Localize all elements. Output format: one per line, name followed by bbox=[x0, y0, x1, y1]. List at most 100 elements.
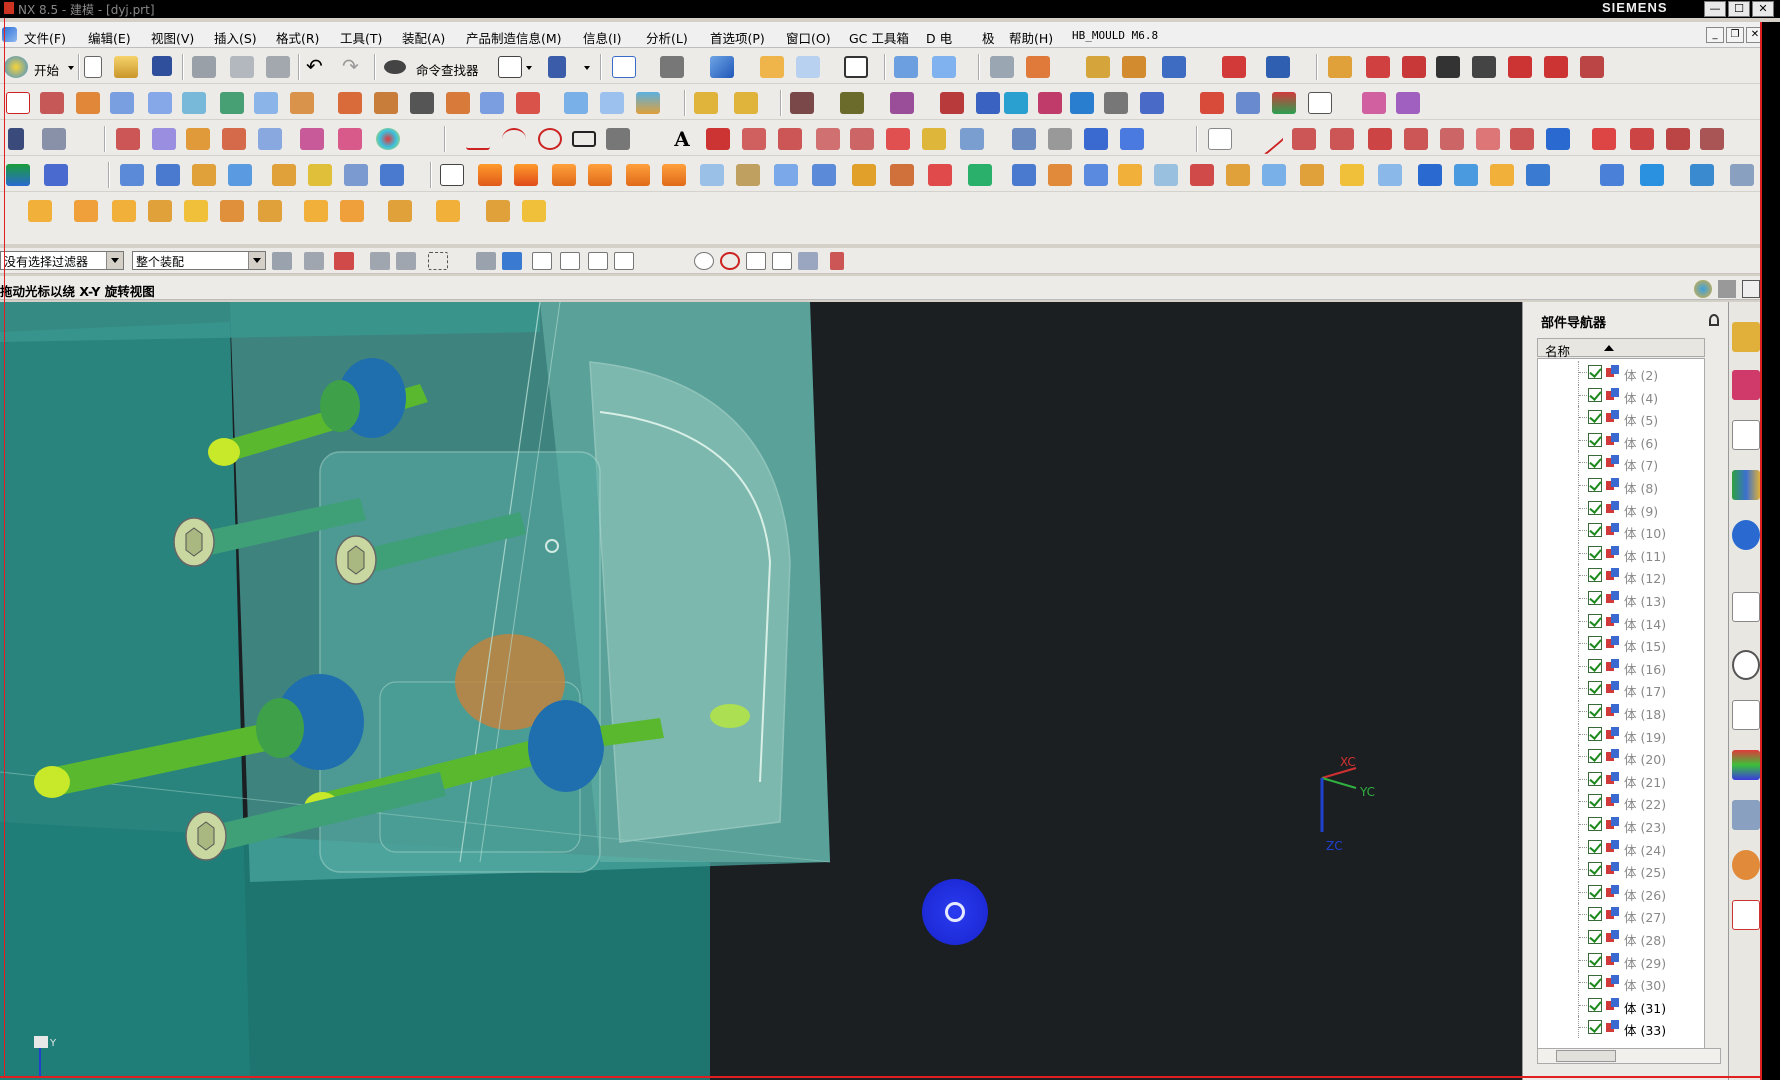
visibility-checkbox[interactable] bbox=[1588, 997, 1602, 1012]
groove-icon[interactable] bbox=[228, 164, 252, 186]
visibility-checkbox[interactable] bbox=[1588, 952, 1602, 967]
cone-solid-icon[interactable] bbox=[1690, 164, 1714, 186]
chevron-down-icon[interactable] bbox=[248, 252, 265, 269]
tree-row[interactable]: 体 (29) bbox=[1538, 948, 1690, 971]
menu-file[interactable]: 文件(F) bbox=[24, 28, 66, 47]
replace-face-icon[interactable] bbox=[1012, 164, 1036, 186]
bridge-curve-icon[interactable] bbox=[960, 128, 984, 150]
visibility-checkbox[interactable] bbox=[1588, 749, 1602, 764]
visibility-checkbox[interactable] bbox=[1588, 545, 1602, 560]
snap-quadrant-icon[interactable] bbox=[720, 252, 740, 270]
menu-format[interactable]: 格式(R) bbox=[276, 28, 319, 47]
tree-row[interactable]: 体 (28) bbox=[1538, 926, 1690, 948]
sketch-mirror-icon[interactable] bbox=[1666, 128, 1690, 150]
visibility-checkbox[interactable] bbox=[1588, 410, 1602, 425]
sketch-icon[interactable] bbox=[6, 92, 30, 114]
point-set-icon[interactable] bbox=[258, 128, 282, 150]
layer-settings-icon[interactable] bbox=[990, 56, 1014, 78]
mold-init-icon[interactable] bbox=[976, 92, 1000, 114]
split-body-icon[interactable] bbox=[774, 164, 798, 186]
mesh-surface-icon[interactable] bbox=[40, 92, 64, 114]
tree-row[interactable]: 体 (13) bbox=[1538, 587, 1690, 609]
pattern-feature-icon[interactable] bbox=[928, 164, 952, 186]
mold-feature-12-icon[interactable] bbox=[486, 200, 510, 222]
mold-tools-icon[interactable] bbox=[1140, 92, 1164, 114]
standard-part-icon[interactable] bbox=[1272, 92, 1296, 114]
mold-feature-4-icon[interactable] bbox=[148, 200, 172, 222]
render-style-icon[interactable] bbox=[660, 56, 684, 78]
type-filter-dropdown[interactable]: 没有选择过滤器 bbox=[0, 251, 124, 270]
sketch-pattern-icon[interactable] bbox=[1546, 128, 1570, 150]
cut-icon[interactable] bbox=[192, 56, 216, 78]
visibility-checkbox[interactable] bbox=[1588, 817, 1602, 831]
reuse-library-icon[interactable] bbox=[1732, 470, 1760, 500]
datum-plane-icon[interactable] bbox=[116, 128, 140, 150]
tree-row[interactable]: 体 (27) bbox=[1538, 903, 1690, 926]
chamfer-curve-icon[interactable] bbox=[1508, 56, 1532, 78]
tree-row[interactable]: 体 (33) bbox=[1538, 1016, 1690, 1039]
offset-face-icon[interactable] bbox=[1048, 164, 1072, 186]
tree-row[interactable]: 体 (9) bbox=[1538, 496, 1690, 519]
window-layout-icon[interactable] bbox=[498, 56, 522, 78]
text-icon[interactable]: A bbox=[670, 128, 694, 150]
visibility-checkbox[interactable] bbox=[1588, 500, 1602, 515]
assembly-navigator-icon[interactable] bbox=[1732, 322, 1760, 352]
block-primitive-icon[interactable] bbox=[1600, 164, 1624, 186]
section-surface-icon[interactable] bbox=[148, 92, 172, 114]
parting-icon[interactable] bbox=[1200, 92, 1224, 114]
edge-blend-icon[interactable] bbox=[588, 164, 612, 186]
annotation-icon[interactable] bbox=[1308, 92, 1332, 114]
tree-row[interactable]: 体 (15) bbox=[1538, 632, 1690, 655]
tree-row[interactable]: 体 (19) bbox=[1538, 722, 1690, 745]
sketch-line-icon[interactable] bbox=[1251, 122, 1285, 156]
workpiece-icon[interactable] bbox=[1038, 92, 1062, 114]
offset-surface-icon[interactable] bbox=[338, 92, 362, 114]
tree-row[interactable]: 体 (6) bbox=[1538, 428, 1690, 451]
menu-tools[interactable]: 工具(T) bbox=[340, 28, 382, 47]
manufacturing-wizard-icon[interactable] bbox=[1732, 800, 1760, 830]
helix-icon[interactable] bbox=[706, 128, 730, 150]
extrude-icon[interactable] bbox=[120, 164, 144, 186]
grid-icon[interactable] bbox=[830, 252, 844, 270]
doc-minimize-button[interactable]: _ bbox=[1706, 27, 1724, 43]
snap-intersection-icon[interactable] bbox=[670, 252, 690, 270]
spline-icon[interactable] bbox=[642, 128, 666, 150]
visibility-checkbox[interactable] bbox=[1588, 591, 1602, 605]
arc-icon[interactable] bbox=[502, 128, 526, 150]
mirror-curve-icon[interactable] bbox=[1120, 128, 1144, 150]
ejector-pin-icon[interactable] bbox=[1362, 92, 1386, 114]
wrap-curve-icon[interactable] bbox=[922, 128, 946, 150]
untrim-icon[interactable] bbox=[410, 92, 434, 114]
measure-distance-icon[interactable] bbox=[1266, 56, 1290, 78]
tree-row[interactable]: 体 (12) bbox=[1538, 564, 1690, 587]
sketch-conic-icon[interactable] bbox=[1510, 128, 1534, 150]
promote-body-icon[interactable] bbox=[1378, 164, 1402, 186]
pad-icon[interactable] bbox=[308, 164, 332, 186]
menu-assembly[interactable]: 装配(A) bbox=[402, 28, 445, 47]
mold-wizard-icon[interactable] bbox=[940, 92, 964, 114]
tree-row[interactable]: 体 (20) bbox=[1538, 745, 1690, 768]
show-hidden-icon[interactable] bbox=[476, 252, 496, 270]
snap-midpoint-icon[interactable] bbox=[614, 252, 634, 270]
filter-reset-icon[interactable] bbox=[272, 252, 292, 270]
mold-feature-6-icon[interactable] bbox=[220, 200, 244, 222]
clip-plane-icon[interactable] bbox=[932, 56, 956, 78]
divide-curve-icon[interactable] bbox=[1402, 56, 1426, 78]
menu-view[interactable]: 视图(V) bbox=[151, 28, 194, 47]
visibility-checkbox[interactable] bbox=[1588, 1020, 1602, 1035]
history-icon[interactable] bbox=[1732, 650, 1760, 680]
background-icon[interactable] bbox=[844, 56, 868, 78]
menu-information[interactable]: 信息(I) bbox=[583, 28, 621, 47]
command-finder-button[interactable]: 命令查找器 bbox=[416, 60, 479, 79]
system-materials-icon[interactable] bbox=[1732, 700, 1760, 730]
line-icon[interactable] bbox=[466, 128, 490, 150]
family-mold-icon[interactable] bbox=[1104, 92, 1128, 114]
slider-lifter-icon[interactable] bbox=[1396, 92, 1420, 114]
pocket-icon[interactable] bbox=[272, 164, 296, 186]
tree-row[interactable]: 体 (8) bbox=[1538, 474, 1690, 496]
snap-filter-icon[interactable] bbox=[334, 252, 354, 270]
visibility-checkbox[interactable] bbox=[1588, 636, 1602, 651]
mold-base-icon[interactable] bbox=[1236, 92, 1260, 114]
menu-edit[interactable]: 编辑(E) bbox=[88, 28, 131, 47]
trim-curve-icon[interactable] bbox=[1366, 56, 1390, 78]
